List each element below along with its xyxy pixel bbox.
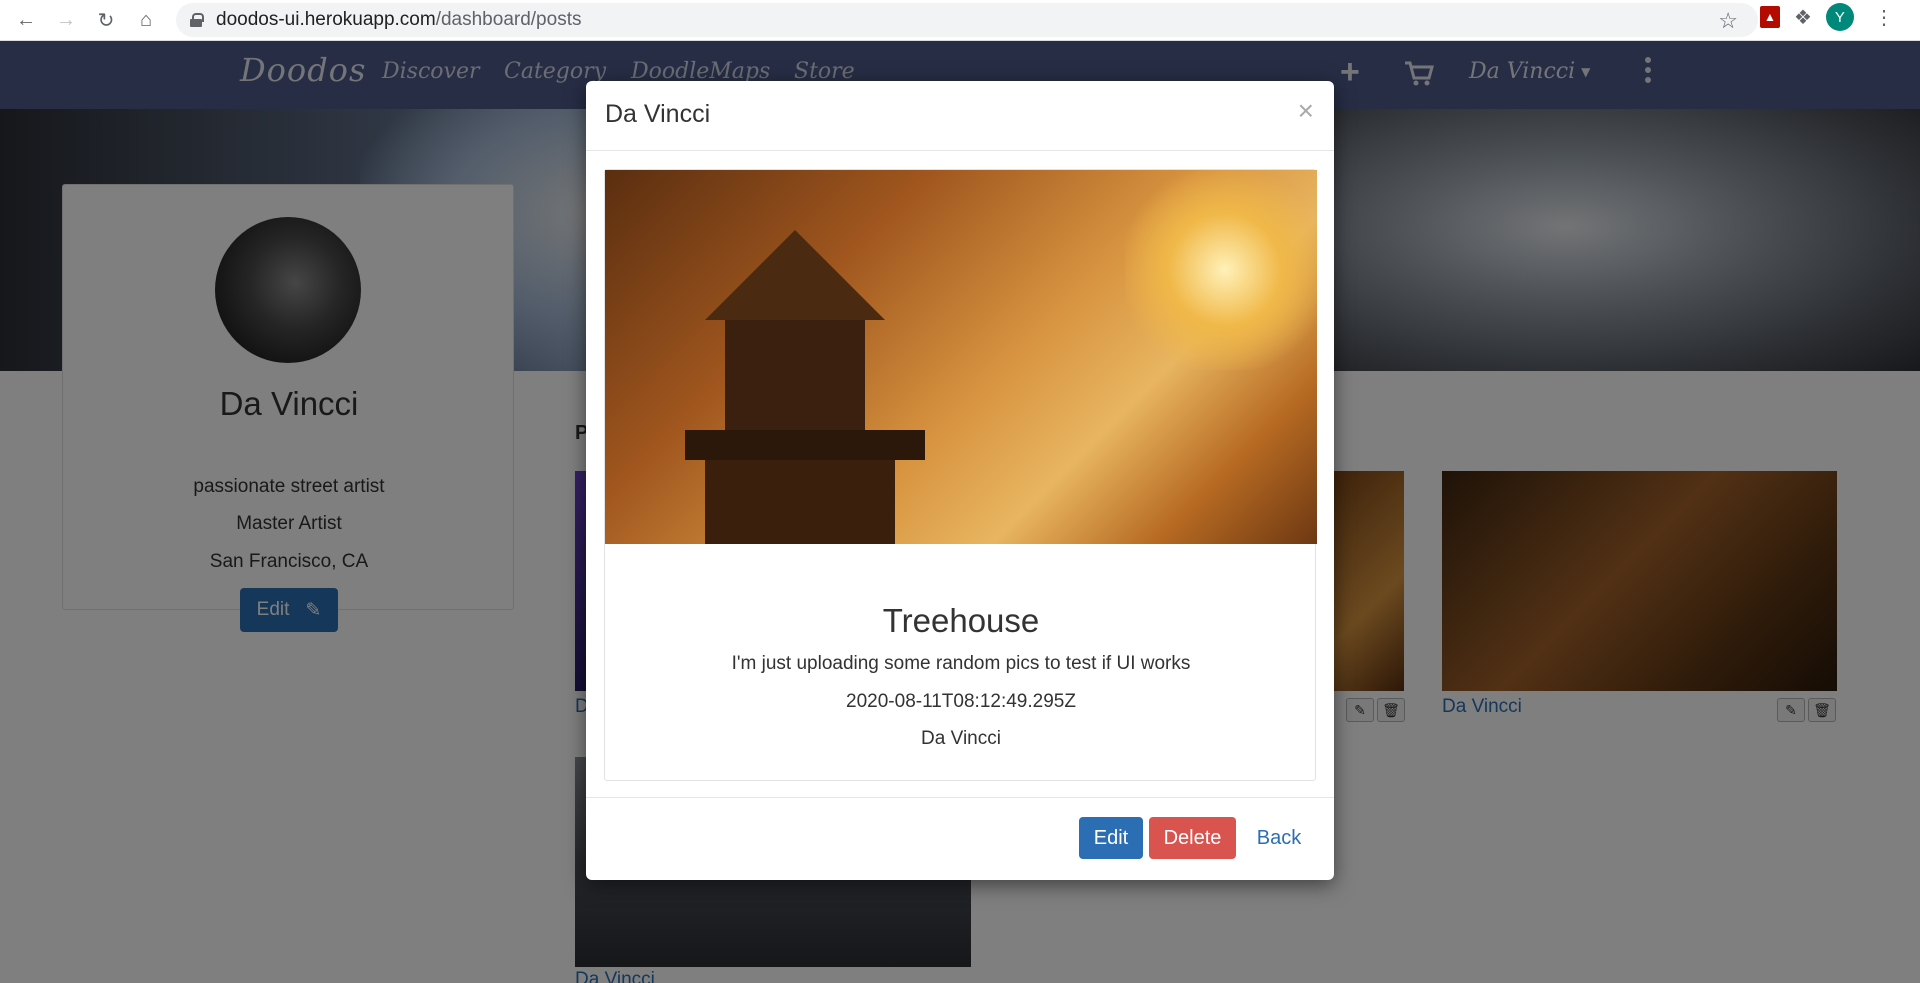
post-description: I'm just uploading some random pics to t… bbox=[731, 653, 1191, 674]
modal-header: Da Vincci × bbox=[586, 81, 1334, 151]
post-title: Treehouse bbox=[882, 602, 1040, 639]
modal-footer: Edit Delete Back bbox=[586, 797, 1334, 880]
extensions-puzzle-icon[interactable]: ❖ bbox=[1794, 5, 1812, 30]
back-arrow-icon[interactable]: ← bbox=[6, 2, 46, 38]
browser-toolbar: ← → ↻ ⌂ doodos-ui.herokuapp.com/dashboar… bbox=[0, 0, 1920, 41]
pdf-extension-icon[interactable]: ▲ bbox=[1760, 6, 1780, 28]
fire-glow bbox=[1125, 170, 1317, 370]
post-image bbox=[605, 170, 1317, 544]
post-date: 2020-08-11T08:12:49.295Z bbox=[846, 691, 1076, 712]
browser-menu-icon[interactable]: ⋮ bbox=[1874, 5, 1894, 30]
reload-icon[interactable]: ↻ bbox=[86, 2, 126, 38]
lock-icon bbox=[190, 13, 204, 27]
post-author: Da Vincci bbox=[921, 728, 1001, 749]
modal-title: Da Vincci bbox=[605, 100, 711, 128]
bookmark-star-icon[interactable]: ☆ bbox=[1718, 8, 1738, 34]
close-icon[interactable]: × bbox=[1298, 95, 1314, 127]
home-icon[interactable]: ⌂ bbox=[126, 2, 166, 38]
forward-arrow-icon[interactable]: → bbox=[46, 2, 86, 38]
post-card: Treehouse I'm just uploading some random… bbox=[604, 169, 1317, 781]
url-path: /dashboard/posts bbox=[435, 9, 582, 30]
treehouse-illustration bbox=[685, 230, 925, 544]
address-bar[interactable]: doodos-ui.herokuapp.com/dashboard/posts … bbox=[176, 3, 1758, 37]
url-host: doodos-ui.herokuapp.com bbox=[216, 9, 436, 30]
edit-button[interactable]: Edit bbox=[1079, 817, 1143, 859]
extension-bar: ▲ ❖ Y ⋮ bbox=[1760, 3, 1894, 31]
browser-profile-avatar[interactable]: Y bbox=[1825, 3, 1854, 31]
back-button[interactable]: Back bbox=[1242, 817, 1316, 859]
post-detail-modal: Da Vincci × Treehouse I'm just uploading… bbox=[586, 81, 1334, 880]
delete-button[interactable]: Delete bbox=[1149, 817, 1236, 859]
